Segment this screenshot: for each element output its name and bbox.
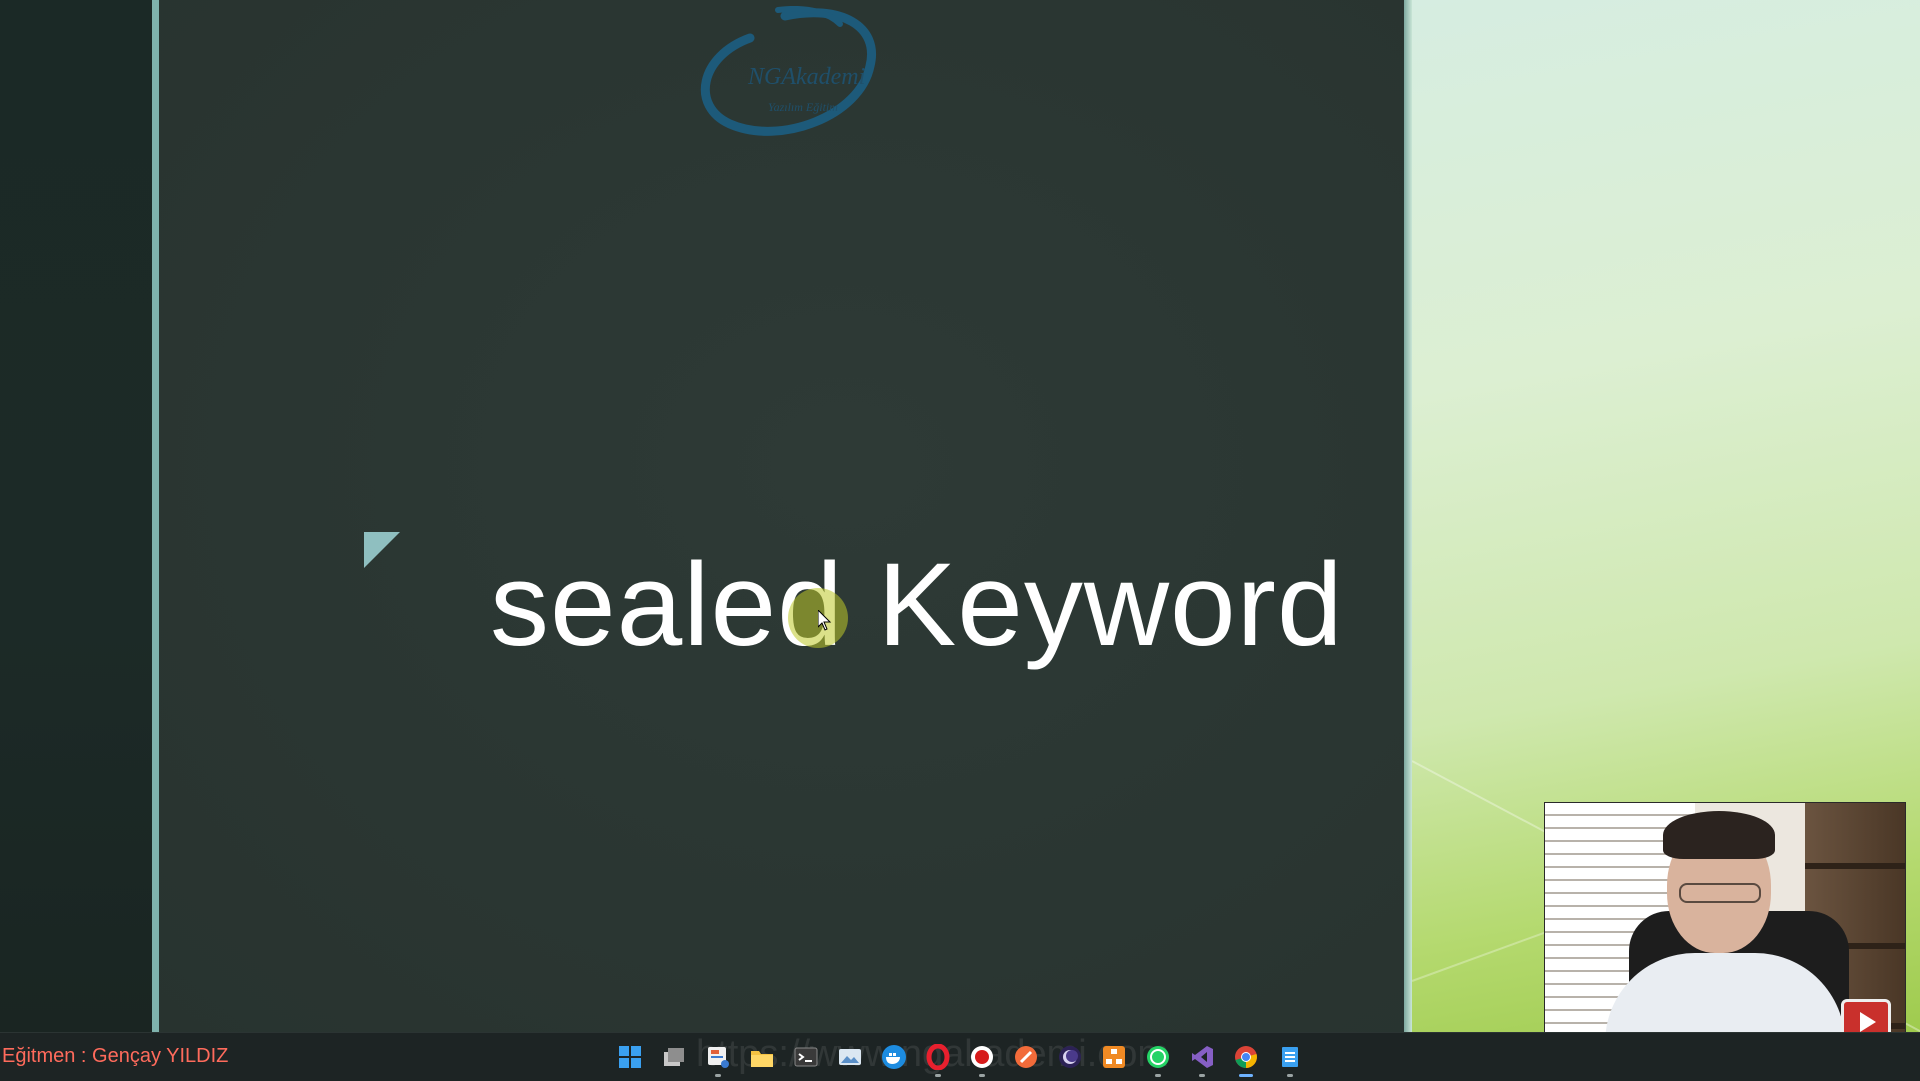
slide-title: sealed Keyword [490, 539, 1344, 671]
windows-start-icon[interactable] [612, 1039, 648, 1075]
snipping-tool-icon[interactable] [700, 1039, 736, 1077]
terminal-icon[interactable] [788, 1039, 824, 1075]
photos-icon[interactable] [832, 1039, 868, 1075]
mouse-cursor-icon [818, 610, 832, 631]
visual-studio-icon[interactable] [1184, 1039, 1220, 1077]
opera-icon[interactable] [920, 1039, 956, 1077]
taskbar [612, 1039, 1308, 1077]
eclipse-icon[interactable] [1052, 1039, 1088, 1075]
bottom-bar: https://www.ngakademi.com Eğitmen : Genç… [0, 1032, 1920, 1081]
slide-right-edge [1404, 0, 1412, 1032]
docker-icon[interactable] [876, 1039, 912, 1075]
postman-icon[interactable] [1008, 1039, 1044, 1075]
instructor-label: Eğitmen : Gençay YILDIZ [2, 1045, 229, 1067]
record-icon[interactable] [964, 1039, 1000, 1077]
ngakademi-logo: NGAkademi Yazılım Eğitim [690, 6, 890, 156]
file-explorer-icon[interactable] [744, 1039, 780, 1075]
notepad-icon[interactable] [1272, 1039, 1308, 1077]
network-app-icon[interactable] [1096, 1039, 1132, 1075]
logo-text: NGAkademi [748, 64, 866, 90]
task-view-icon[interactable] [656, 1039, 692, 1075]
slide-triangle-icon [364, 532, 400, 568]
chrome-icon[interactable] [1228, 1039, 1264, 1077]
slide-left-border [152, 0, 159, 1032]
logo-subtext: Yazılım Eğitim [768, 100, 838, 114]
presenter-glasses [1679, 883, 1761, 903]
presenter-hair [1663, 811, 1775, 859]
left-margin [0, 0, 152, 1032]
whatsapp-icon[interactable] [1140, 1039, 1176, 1077]
